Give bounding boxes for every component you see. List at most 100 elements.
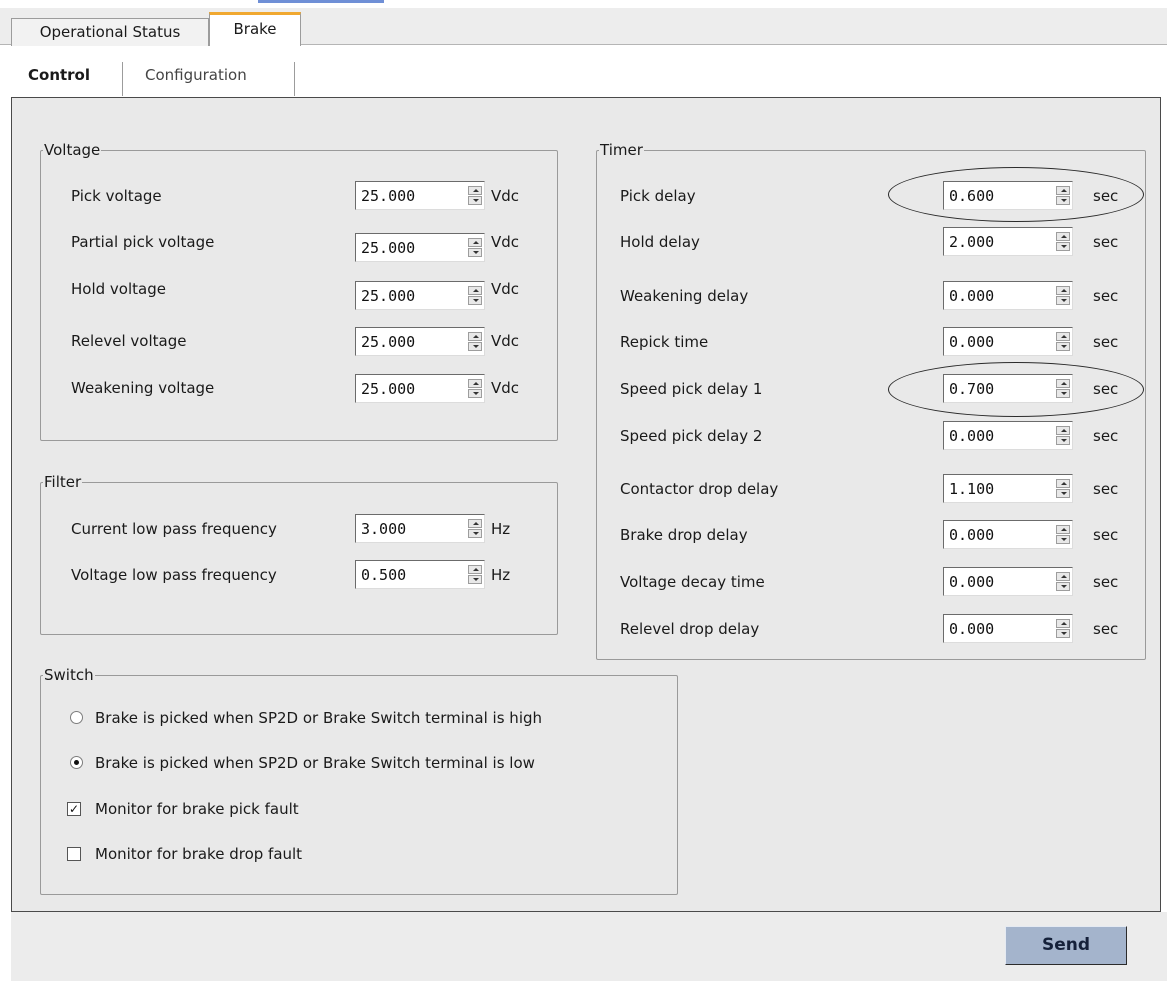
- repick-time-spinbox[interactable]: [943, 327, 1073, 356]
- monitor-brake-pick-fault-checkbox[interactable]: ✓: [67, 802, 81, 816]
- spin-up-arrow-icon[interactable]: [468, 565, 482, 574]
- speed-pick-delay-2-spinbox[interactable]: [943, 421, 1073, 450]
- contactor-drop-delay-spinbox[interactable]: [943, 474, 1073, 503]
- weakening-delay-spinbox[interactable]: [943, 281, 1073, 310]
- brake-picked-high-radio[interactable]: [70, 711, 83, 724]
- brake-picked-low-radio[interactable]: [70, 756, 83, 769]
- spin-up-arrow-icon[interactable]: [1056, 286, 1070, 295]
- pick-delay-spinbox[interactable]: [943, 181, 1073, 210]
- weakening-voltage-spinbox[interactable]: [355, 374, 485, 403]
- spin-up-arrow-icon[interactable]: [1056, 186, 1070, 195]
- voltage-low-pass-frequency-input[interactable]: [361, 564, 456, 586]
- spin-up-arrow-icon[interactable]: [1056, 379, 1070, 388]
- spinner-buttons: [1056, 525, 1070, 545]
- monitor-brake-drop-fault-checkbox[interactable]: [67, 847, 81, 861]
- weakening-voltage-input[interactable]: [361, 378, 456, 400]
- hold-voltage-input[interactable]: [361, 285, 456, 307]
- voltage-decay-time-label: Voltage decay time: [620, 573, 765, 591]
- brake-picked-high-label[interactable]: Brake is picked when SP2D or Brake Switc…: [95, 708, 542, 728]
- send-button[interactable]: Send: [1005, 926, 1127, 965]
- spin-up-arrow-icon[interactable]: [468, 519, 482, 528]
- spin-down-arrow-icon[interactable]: [1056, 535, 1070, 544]
- spinner-buttons: [1056, 286, 1070, 306]
- pick-voltage-input[interactable]: [361, 185, 456, 207]
- monitor-brake-pick-fault-label[interactable]: Monitor for brake pick fault: [95, 799, 299, 819]
- spin-up-arrow-icon[interactable]: [1056, 426, 1070, 435]
- spin-down-arrow-icon[interactable]: [468, 342, 482, 351]
- spin-down-arrow-icon[interactable]: [1056, 342, 1070, 351]
- relevel-voltage-input[interactable]: [361, 331, 456, 353]
- weakening-delay-input[interactable]: [949, 285, 1044, 307]
- spin-down-arrow-icon[interactable]: [1056, 489, 1070, 498]
- spin-up-arrow-icon[interactable]: [468, 379, 482, 388]
- spin-down-arrow-icon[interactable]: [1056, 389, 1070, 398]
- subtab-control[interactable]: Control: [28, 66, 90, 84]
- footer-bar: [11, 912, 1167, 981]
- hold-delay-spinbox[interactable]: [943, 227, 1073, 256]
- spinner-buttons: [468, 519, 482, 539]
- partial-pick-voltage-spinbox[interactable]: [355, 233, 485, 262]
- spin-up-arrow-icon[interactable]: [1056, 232, 1070, 241]
- current-low-pass-frequency-spinbox[interactable]: [355, 514, 485, 543]
- spin-down-arrow-icon[interactable]: [468, 529, 482, 538]
- brake-drop-delay-input[interactable]: [949, 524, 1044, 546]
- spin-down-arrow-icon[interactable]: [468, 389, 482, 398]
- spin-up-arrow-icon[interactable]: [1056, 619, 1070, 628]
- spin-down-arrow-icon[interactable]: [468, 575, 482, 584]
- spin-up-arrow-icon[interactable]: [468, 186, 482, 195]
- spin-down-arrow-icon[interactable]: [1056, 196, 1070, 205]
- relevel-drop-delay-label: Relevel drop delay: [620, 620, 760, 638]
- unit-label: sec: [1093, 287, 1119, 305]
- voltage-decay-time-spinbox[interactable]: [943, 567, 1073, 596]
- subtab-divider: [122, 62, 123, 96]
- weakening-voltage-label: Weakening voltage: [71, 379, 215, 397]
- spin-up-arrow-icon[interactable]: [1056, 525, 1070, 534]
- unit-label: sec: [1093, 233, 1119, 251]
- spinner-buttons: [1056, 186, 1070, 206]
- spinner-buttons: [468, 286, 482, 306]
- spin-down-arrow-icon[interactable]: [468, 296, 482, 305]
- unit-label: Vdc: [491, 379, 520, 397]
- spin-down-arrow-icon[interactable]: [1056, 296, 1070, 305]
- brake-drop-delay-spinbox[interactable]: [943, 520, 1073, 549]
- spin-up-arrow-icon[interactable]: [468, 238, 482, 247]
- spin-up-arrow-icon[interactable]: [1056, 332, 1070, 341]
- voltage-low-pass-frequency-label: Voltage low pass frequency: [71, 566, 277, 584]
- speed-pick-delay-1-input[interactable]: [949, 378, 1044, 400]
- relevel-drop-delay-spinbox[interactable]: [943, 614, 1073, 643]
- pick-voltage-spinbox[interactable]: [355, 181, 485, 210]
- contactor-drop-delay-input[interactable]: [949, 478, 1044, 500]
- speed-pick-delay-1-spinbox[interactable]: [943, 374, 1073, 403]
- spin-down-arrow-icon[interactable]: [468, 248, 482, 257]
- speed-pick-delay-2-input[interactable]: [949, 425, 1044, 447]
- pick-voltage-label: Pick voltage: [71, 187, 162, 205]
- relevel-drop-delay-input[interactable]: [949, 618, 1044, 640]
- spin-down-arrow-icon[interactable]: [1056, 436, 1070, 445]
- voltage-low-pass-frequency-spinbox[interactable]: [355, 560, 485, 589]
- hold-voltage-spinbox[interactable]: [355, 281, 485, 310]
- spin-down-arrow-icon[interactable]: [468, 196, 482, 205]
- spin-down-arrow-icon[interactable]: [1056, 582, 1070, 591]
- unit-label: sec: [1093, 526, 1119, 544]
- spin-down-arrow-icon[interactable]: [1056, 242, 1070, 251]
- spin-up-arrow-icon[interactable]: [1056, 479, 1070, 488]
- partial-pick-voltage-input[interactable]: [361, 237, 456, 259]
- spinner-buttons: [468, 238, 482, 258]
- spin-up-arrow-icon[interactable]: [1056, 572, 1070, 581]
- monitor-brake-drop-fault-label[interactable]: Monitor for brake drop fault: [95, 844, 302, 864]
- subtab-configuration[interactable]: Configuration: [145, 66, 247, 84]
- spin-down-arrow-icon[interactable]: [1056, 629, 1070, 638]
- brake-picked-low-label[interactable]: Brake is picked when SP2D or Brake Switc…: [95, 753, 535, 773]
- voltage-decay-time-input[interactable]: [949, 571, 1044, 593]
- spinner-buttons: [468, 186, 482, 206]
- contactor-drop-delay-label: Contactor drop delay: [620, 480, 779, 498]
- spin-up-arrow-icon[interactable]: [468, 286, 482, 295]
- tab-brake[interactable]: Brake: [209, 12, 301, 46]
- relevel-voltage-spinbox[interactable]: [355, 327, 485, 356]
- spin-up-arrow-icon[interactable]: [468, 332, 482, 341]
- hold-delay-input[interactable]: [949, 231, 1044, 253]
- pick-delay-input[interactable]: [949, 185, 1044, 207]
- tab-operational-status[interactable]: Operational Status: [11, 18, 209, 46]
- repick-time-input[interactable]: [949, 331, 1044, 353]
- current-low-pass-frequency-input[interactable]: [361, 518, 456, 540]
